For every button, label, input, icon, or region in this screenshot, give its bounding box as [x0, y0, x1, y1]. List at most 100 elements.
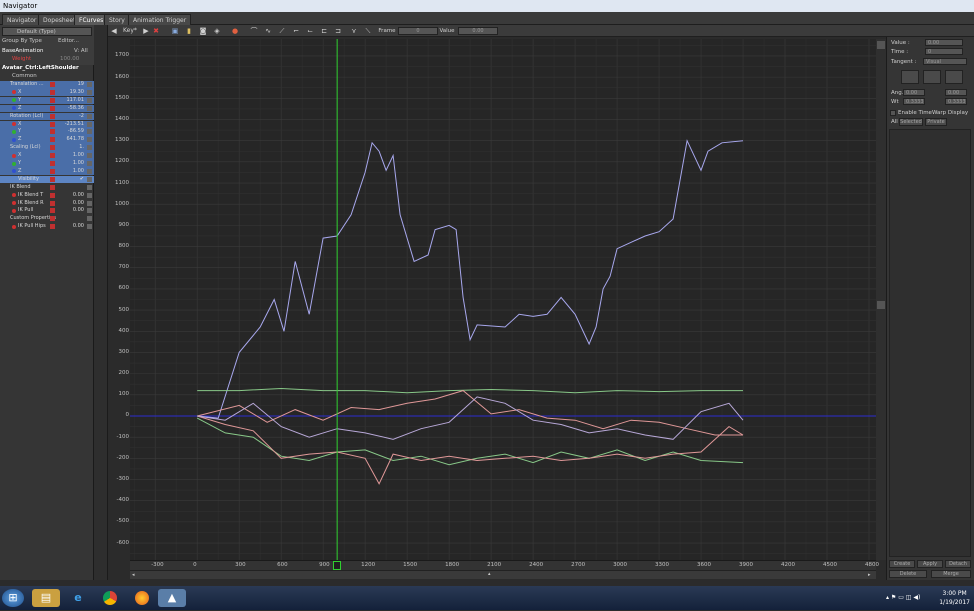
key-toggle-icon[interactable]	[50, 161, 55, 166]
property-checkbox[interactable]	[87, 89, 92, 95]
weight-left-field[interactable]: 0.3333	[903, 98, 925, 105]
frame-field[interactable]: 0	[398, 27, 438, 35]
property-row[interactable]: X 19.30	[0, 88, 94, 97]
filter-selected-button[interactable]: Selected	[899, 118, 923, 126]
tangent-break-icon[interactable]: ⊏	[318, 26, 330, 36]
property-row[interactable]: IK Blend R 0.00	[0, 200, 94, 208]
property-checkbox[interactable]	[87, 97, 92, 103]
file-explorer-icon[interactable]: ▤	[32, 589, 60, 607]
property-group-row[interactable]: IK Blend	[0, 184, 94, 192]
take-select[interactable]: Default (Type)	[2, 27, 92, 36]
property-checkbox[interactable]	[87, 176, 92, 182]
timewarp-list[interactable]	[889, 129, 971, 557]
property-checkbox[interactable]	[87, 145, 92, 151]
property-checkbox[interactable]	[87, 208, 92, 214]
time-prop-field[interactable]: 0	[925, 48, 963, 55]
prev-arrow-icon[interactable]: ◀	[110, 26, 118, 36]
scroll-left-icon[interactable]: ◂	[132, 572, 138, 578]
property-checkbox[interactable]	[87, 192, 92, 198]
apply-button[interactable]: Apply	[917, 560, 943, 568]
scroll-right-icon[interactable]: ▸	[868, 572, 874, 578]
property-value[interactable]: -58.36	[68, 105, 84, 113]
property-row[interactable]: Y 117.01	[0, 96, 94, 105]
tangent-step-icon[interactable]: ⌐	[290, 26, 302, 36]
property-group-row[interactable]: Custom Properties	[0, 215, 94, 223]
filter-all-label[interactable]: All	[891, 119, 898, 125]
detach-button[interactable]: Detach	[945, 560, 971, 568]
property-row[interactable]: Y -86.59	[0, 128, 94, 136]
fcurve-graph[interactable]	[130, 39, 876, 560]
property-checkbox[interactable]	[87, 129, 92, 135]
weight-value[interactable]: 100.00	[60, 56, 79, 62]
property-value[interactable]: 0.00	[73, 207, 84, 215]
property-row[interactable]: Y 1.00	[0, 160, 94, 168]
property-value[interactable]: 0.00	[73, 200, 84, 208]
tray-icons[interactable]: ▴ ⚑ ▭ ◫ ◀)	[886, 594, 920, 601]
key-toggle-icon[interactable]	[50, 176, 55, 182]
property-checkbox[interactable]	[87, 184, 92, 190]
property-row[interactable]: Z -58.36	[0, 104, 94, 113]
frame-all-icon[interactable]: ▣	[170, 26, 180, 36]
tangent-flat-button[interactable]	[945, 70, 963, 84]
property-checkbox[interactable]	[87, 153, 92, 159]
key-toggle-icon[interactable]	[50, 224, 55, 230]
property-value[interactable]: 1.00	[73, 152, 84, 160]
start-button-icon[interactable]: ⊞	[2, 589, 24, 607]
tangent-auto-icon[interactable]: ⌒	[248, 26, 260, 36]
panel-splitter[interactable]	[94, 25, 108, 580]
property-checkbox[interactable]	[87, 168, 92, 174]
property-checkbox[interactable]	[87, 200, 92, 206]
firefox-icon[interactable]	[128, 589, 156, 607]
property-checkbox[interactable]	[87, 137, 92, 143]
common-section[interactable]: Common	[12, 73, 37, 79]
key-toggle-icon[interactable]	[50, 82, 55, 87]
property-value[interactable]: ✔	[80, 176, 84, 184]
key-toggle-icon[interactable]	[50, 145, 55, 151]
play-icon[interactable]: ▶	[142, 26, 150, 36]
internet-explorer-icon[interactable]: e	[64, 589, 92, 607]
system-clock[interactable]: 3:00 PM 1/19/2017	[939, 589, 970, 607]
key-toggle-icon[interactable]	[50, 216, 55, 222]
curve-smooth-icon[interactable]: ⋎	[348, 26, 360, 36]
weight-right-field[interactable]: 0.3333	[945, 98, 967, 105]
key-toggle-icon[interactable]	[50, 153, 55, 159]
base-animation-visibility[interactable]: V: All	[74, 48, 88, 54]
property-value[interactable]: 19.30	[70, 89, 84, 97]
merge-button[interactable]: Merge	[931, 570, 971, 578]
tab-story[interactable]: Story	[104, 14, 130, 25]
tangent-unify-button[interactable]	[923, 70, 941, 84]
property-group-row[interactable]: Scaling (Lcl) 1.	[0, 144, 94, 152]
property-checkbox[interactable]	[87, 161, 92, 166]
property-checkbox[interactable]	[87, 224, 92, 230]
create-button[interactable]: Create	[889, 560, 915, 568]
property-value[interactable]: 0.00	[73, 223, 84, 231]
tangent-linear-icon[interactable]: ⟋	[276, 26, 288, 36]
record-icon[interactable]: ●	[230, 26, 240, 36]
property-value[interactable]: 1.00	[73, 160, 84, 168]
key-menu[interactable]: Key*	[122, 26, 138, 36]
tangent-flat-icon[interactable]: ⌙	[304, 26, 316, 36]
property-checkbox[interactable]	[87, 216, 92, 222]
property-value[interactable]: 1.00	[73, 168, 84, 176]
fcurve-svg[interactable]	[130, 39, 876, 560]
tab-animation-trigger[interactable]: Animation Trigger	[128, 14, 192, 25]
curve-flatten-icon[interactable]: ⟍	[362, 26, 374, 36]
property-checkbox[interactable]	[87, 121, 92, 127]
property-value[interactable]: -213.51	[65, 121, 84, 129]
motionbuilder-icon[interactable]: ▲	[158, 589, 186, 607]
key-toggle-icon[interactable]	[50, 113, 55, 119]
angle-right-field[interactable]: 0.00	[945, 89, 967, 96]
property-row[interactable]: IK Pull 0.00	[0, 207, 94, 215]
property-row[interactable]: Z 1.00	[0, 167, 94, 176]
lock-icon[interactable]: ▮	[184, 26, 194, 36]
filter-icon[interactable]: ◈	[212, 26, 222, 36]
tab-navigator[interactable]: Navigator	[2, 14, 42, 25]
group-by-label[interactable]: Group By Type	[2, 38, 42, 44]
property-value[interactable]: 19	[78, 81, 84, 89]
timewarp-checkbox[interactable]	[890, 110, 896, 116]
filter-private-button[interactable]: Private	[925, 118, 947, 126]
key-toggle-icon[interactable]	[50, 129, 55, 135]
tangent-user-icon[interactable]: ⊐	[332, 26, 344, 36]
tangent-select[interactable]: Visual	[923, 58, 967, 65]
property-checkbox[interactable]	[87, 82, 92, 87]
